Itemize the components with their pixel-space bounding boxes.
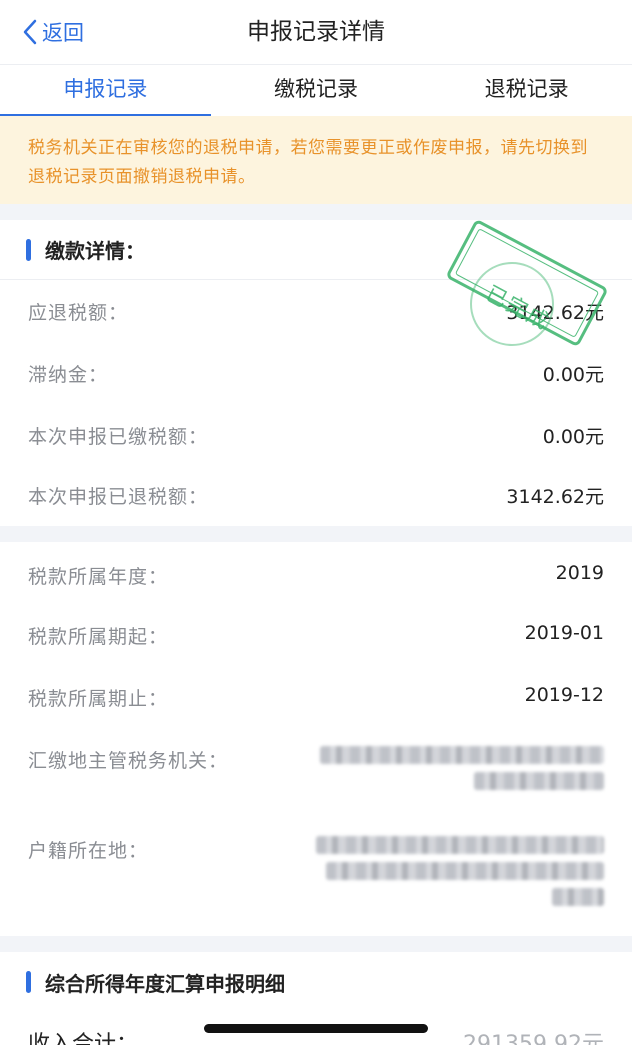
tab-refund-records[interactable]: 退税记录 <box>421 65 632 116</box>
row-label: 滞纳金： <box>28 364 109 386</box>
row-label: 户籍所在地： <box>28 840 149 862</box>
section-header: 综合所得年度汇算申报明细 <box>0 952 632 1012</box>
row-label: 税款所属期起： <box>28 626 169 648</box>
row-label: 本次申报已退税额： <box>28 486 209 508</box>
row-value: 2019-12 <box>524 684 604 706</box>
home-indicator <box>204 1024 428 1033</box>
row-value: 3142.62元 <box>506 486 604 508</box>
section-title: 缴款详情： <box>45 239 145 263</box>
row-value: 2019-01 <box>524 622 604 644</box>
period-end-row: 税款所属期止： 2019-12 <box>0 684 632 711</box>
page-title: 申报记录详情 <box>247 19 385 45</box>
tax-period-section: 税款所属年度： 2019 税款所属期起： 2019-01 税款所属期止： 201… <box>0 542 632 936</box>
redacted-value <box>320 746 604 790</box>
row-label: 应退税额： <box>28 302 129 324</box>
section-title: 综合所得年度汇算申报明细 <box>45 971 285 996</box>
row-label: 税款所属年度： <box>28 566 169 588</box>
tax-year-row: 税款所属年度： 2019 <box>0 562 632 589</box>
row-value: 291359.92元 <box>463 1032 604 1045</box>
tab-bar: 申报记录 缴税记录 退税记录 <box>0 64 632 118</box>
row-value: 0.00元 <box>542 426 604 448</box>
refunded-tax-row: 本次申报已退税额： 3142.62元 <box>0 482 632 509</box>
period-start-row: 税款所属期起： 2019-01 <box>0 622 632 649</box>
row-value: 2019 <box>555 562 604 584</box>
section-accent-bar <box>26 971 31 993</box>
late-fee-row: 滞纳金： 0.00元 <box>0 360 632 387</box>
tax-authority-row: 汇缴地主管税务机关： <box>0 746 632 790</box>
household-registration-row: 户籍所在地： <box>0 836 632 906</box>
notice-banner: 税务机关正在审核您的退税申请，若您需要更正或作废申报，请先切换到退税记录页面撤销… <box>0 116 632 204</box>
row-label: 收入合计： <box>28 1032 139 1045</box>
notice-text: 税务机关正在审核您的退税申请，若您需要更正或作废申报，请先切换到退税记录页面撤销… <box>28 138 588 187</box>
row-value: 0.00元 <box>542 364 604 386</box>
row-label: 汇缴地主管税务机关： <box>28 750 229 772</box>
tab-payment-records[interactable]: 缴税记录 <box>211 65 422 116</box>
row-label: 本次申报已缴税额： <box>28 426 209 448</box>
redacted-value <box>316 836 604 906</box>
section-accent-bar <box>26 238 31 261</box>
tab-declaration-records[interactable]: 申报记录 <box>0 65 211 118</box>
row-label: 税款所属期止： <box>28 688 169 710</box>
paid-tax-row: 本次申报已缴税额： 0.00元 <box>0 422 632 449</box>
nav-bar: 返回 申报记录详情 <box>0 0 632 64</box>
